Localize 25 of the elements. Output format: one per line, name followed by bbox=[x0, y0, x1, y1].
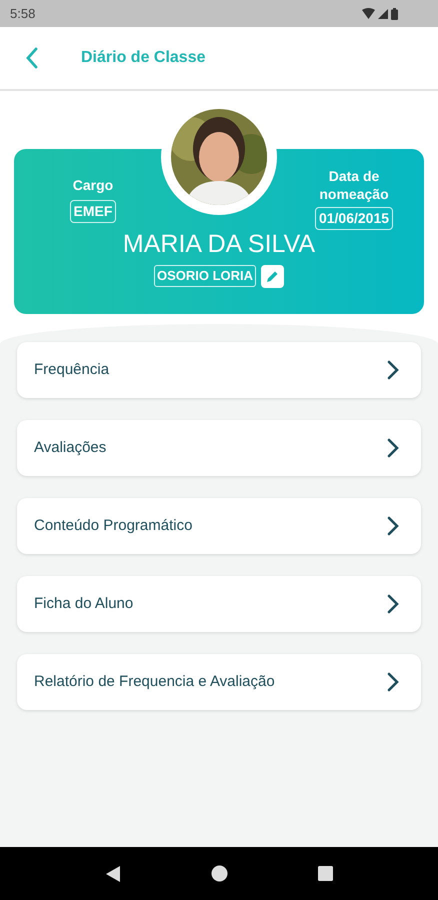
chevron-right-icon bbox=[387, 516, 399, 536]
wifi-icon bbox=[362, 8, 375, 19]
battery-icon bbox=[391, 8, 398, 20]
chevron-right-icon bbox=[387, 594, 399, 614]
school-name: OSORIO LORIA bbox=[154, 265, 256, 287]
menu-item[interactable]: Avaliações bbox=[17, 420, 421, 476]
back-nav-icon[interactable] bbox=[105, 864, 121, 882]
date-value: 01/06/2015 bbox=[314, 207, 394, 230]
status-time: 5:58 bbox=[10, 4, 36, 23]
menu-item[interactable]: Ficha do Aluno bbox=[17, 576, 421, 632]
home-nav-icon[interactable] bbox=[211, 865, 228, 882]
menu-item[interactable]: Conteúdo Programático bbox=[17, 498, 421, 554]
edit-button[interactable] bbox=[261, 264, 284, 288]
cargo-label: Cargo bbox=[72, 176, 114, 195]
chevron-right-icon bbox=[387, 438, 399, 458]
chevron-right-icon bbox=[387, 672, 399, 692]
menu-item[interactable]: Relatório de Frequencia e Avaliação bbox=[17, 654, 421, 710]
cargo-value: EMEF bbox=[70, 200, 116, 223]
signal-icon bbox=[378, 8, 388, 18]
screen-title: Diário de Classe bbox=[81, 48, 206, 68]
chevron-right-icon bbox=[387, 360, 399, 380]
pencil-icon bbox=[265, 268, 280, 284]
menu-item[interactable]: Frequência bbox=[17, 342, 421, 398]
date-label: Data de nomeação bbox=[318, 167, 390, 203]
person-name: MARIA DA SILVA bbox=[122, 229, 316, 260]
